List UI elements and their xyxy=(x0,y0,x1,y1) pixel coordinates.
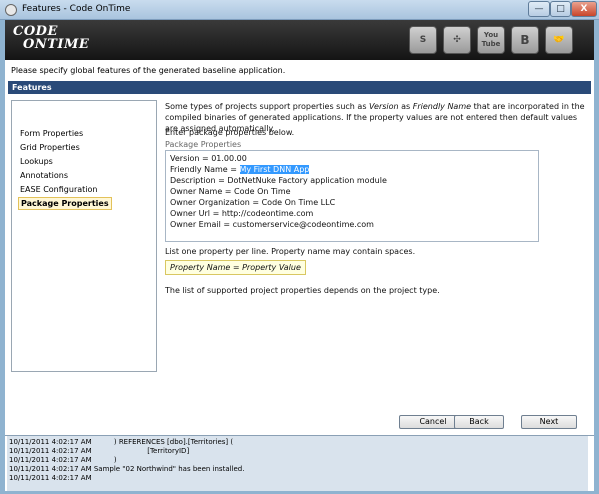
nav-item-lookups[interactable]: Lookups xyxy=(18,156,55,167)
log-line: 10/11/2011 4:02:17 AM ) REFERENCES [dbo]… xyxy=(9,438,234,446)
property-line-owner-name: Owner Name = Code On Time xyxy=(170,187,291,196)
intro-part-2: as xyxy=(398,102,413,111)
minimize-button[interactable]: — xyxy=(528,1,550,17)
window-title: Features - Code OnTime xyxy=(22,4,131,14)
log-line: 10/11/2011 4:02:17 AM ) xyxy=(9,456,117,464)
nav-item-form-properties[interactable]: Form Properties xyxy=(18,128,85,139)
nav-item-grid-properties[interactable]: Grid Properties xyxy=(18,142,82,153)
log-line: 10/11/2011 4:02:17 AM [TerritoryID] xyxy=(9,447,190,455)
log-area[interactable]: 10/11/2011 4:02:17 AM ) REFERENCES [dbo]… xyxy=(7,436,588,491)
list-note: List one property per line. Property nam… xyxy=(165,247,416,256)
intro-friendly-name: Friendly Name xyxy=(412,102,472,111)
nav-item-ease-configuration[interactable]: EASE Configuration xyxy=(18,184,99,195)
close-button[interactable]: X xyxy=(571,1,597,17)
property-line-owner-email: Owner Email = customerservice@codeontime… xyxy=(170,220,374,229)
blogger-icon[interactable]: B xyxy=(511,26,539,54)
package-properties-textarea[interactable]: Version = 01.00.00 Friendly Name = My Fi… xyxy=(165,150,539,242)
intro-version: Version xyxy=(369,102,399,111)
property-line-version: Version = 01.00.00 xyxy=(170,154,247,163)
next-button[interactable]: Next xyxy=(521,415,577,429)
youtube-icon[interactable]: You Tube xyxy=(477,26,505,54)
nav-item-annotations[interactable]: Annotations xyxy=(18,170,70,181)
friendly-name-key: Friendly Name = xyxy=(170,165,240,174)
package-properties-label: Package Properties xyxy=(165,140,242,149)
title-bar: Features - Code OnTime — □ X xyxy=(0,0,599,20)
selected-text: My First DNN App xyxy=(239,165,310,174)
features-nav: Form Properties Grid Properties Lookups … xyxy=(11,100,157,372)
log-line: 10/11/2011 4:02:17 AM xyxy=(9,474,92,482)
windmill-icon[interactable]: ✣ xyxy=(443,26,471,54)
main-window: CODE ONTIME S ✣ You Tube B 🤝 Please spec… xyxy=(5,20,594,491)
page-subtitle: Please specify global features of the ge… xyxy=(11,66,286,75)
header-banner: CODE ONTIME S ✣ You Tube B 🤝 xyxy=(5,20,594,60)
log-line: 10/11/2011 4:02:17 AM Sample "02 Northwi… xyxy=(9,465,245,473)
property-line-owner-organization: Owner Organization = Code On Time LLC xyxy=(170,198,336,207)
support-note: The list of supported project properties… xyxy=(165,286,440,295)
handshake-icon[interactable]: 🤝 xyxy=(545,26,573,54)
property-line-owner-url: Owner Url = http://codeontime.com xyxy=(170,209,314,218)
s-icon[interactable]: S xyxy=(409,26,437,54)
code-ontime-logo: CODE ONTIME xyxy=(13,25,89,51)
logo-line-2: ONTIME xyxy=(23,37,90,52)
back-button[interactable]: Back xyxy=(454,415,504,429)
section-header: Features xyxy=(8,81,591,94)
intro-part-1: Some types of projects support propertie… xyxy=(165,102,370,111)
enter-instructions: Enter package properties below. xyxy=(165,128,295,137)
log-panel[interactable]: 10/11/2011 4:02:17 AM ) REFERENCES [dbo]… xyxy=(5,435,594,491)
property-format-hint: Property Name = Property Value xyxy=(165,260,306,275)
property-line-description: Description = DotNetNuke Factory applica… xyxy=(170,176,387,185)
nav-item-package-properties[interactable]: Package Properties xyxy=(18,197,112,210)
property-line-friendly-name: Friendly Name = My First DNN App xyxy=(170,164,534,175)
app-icon xyxy=(5,4,17,16)
maximize-button[interactable]: □ xyxy=(550,1,571,17)
